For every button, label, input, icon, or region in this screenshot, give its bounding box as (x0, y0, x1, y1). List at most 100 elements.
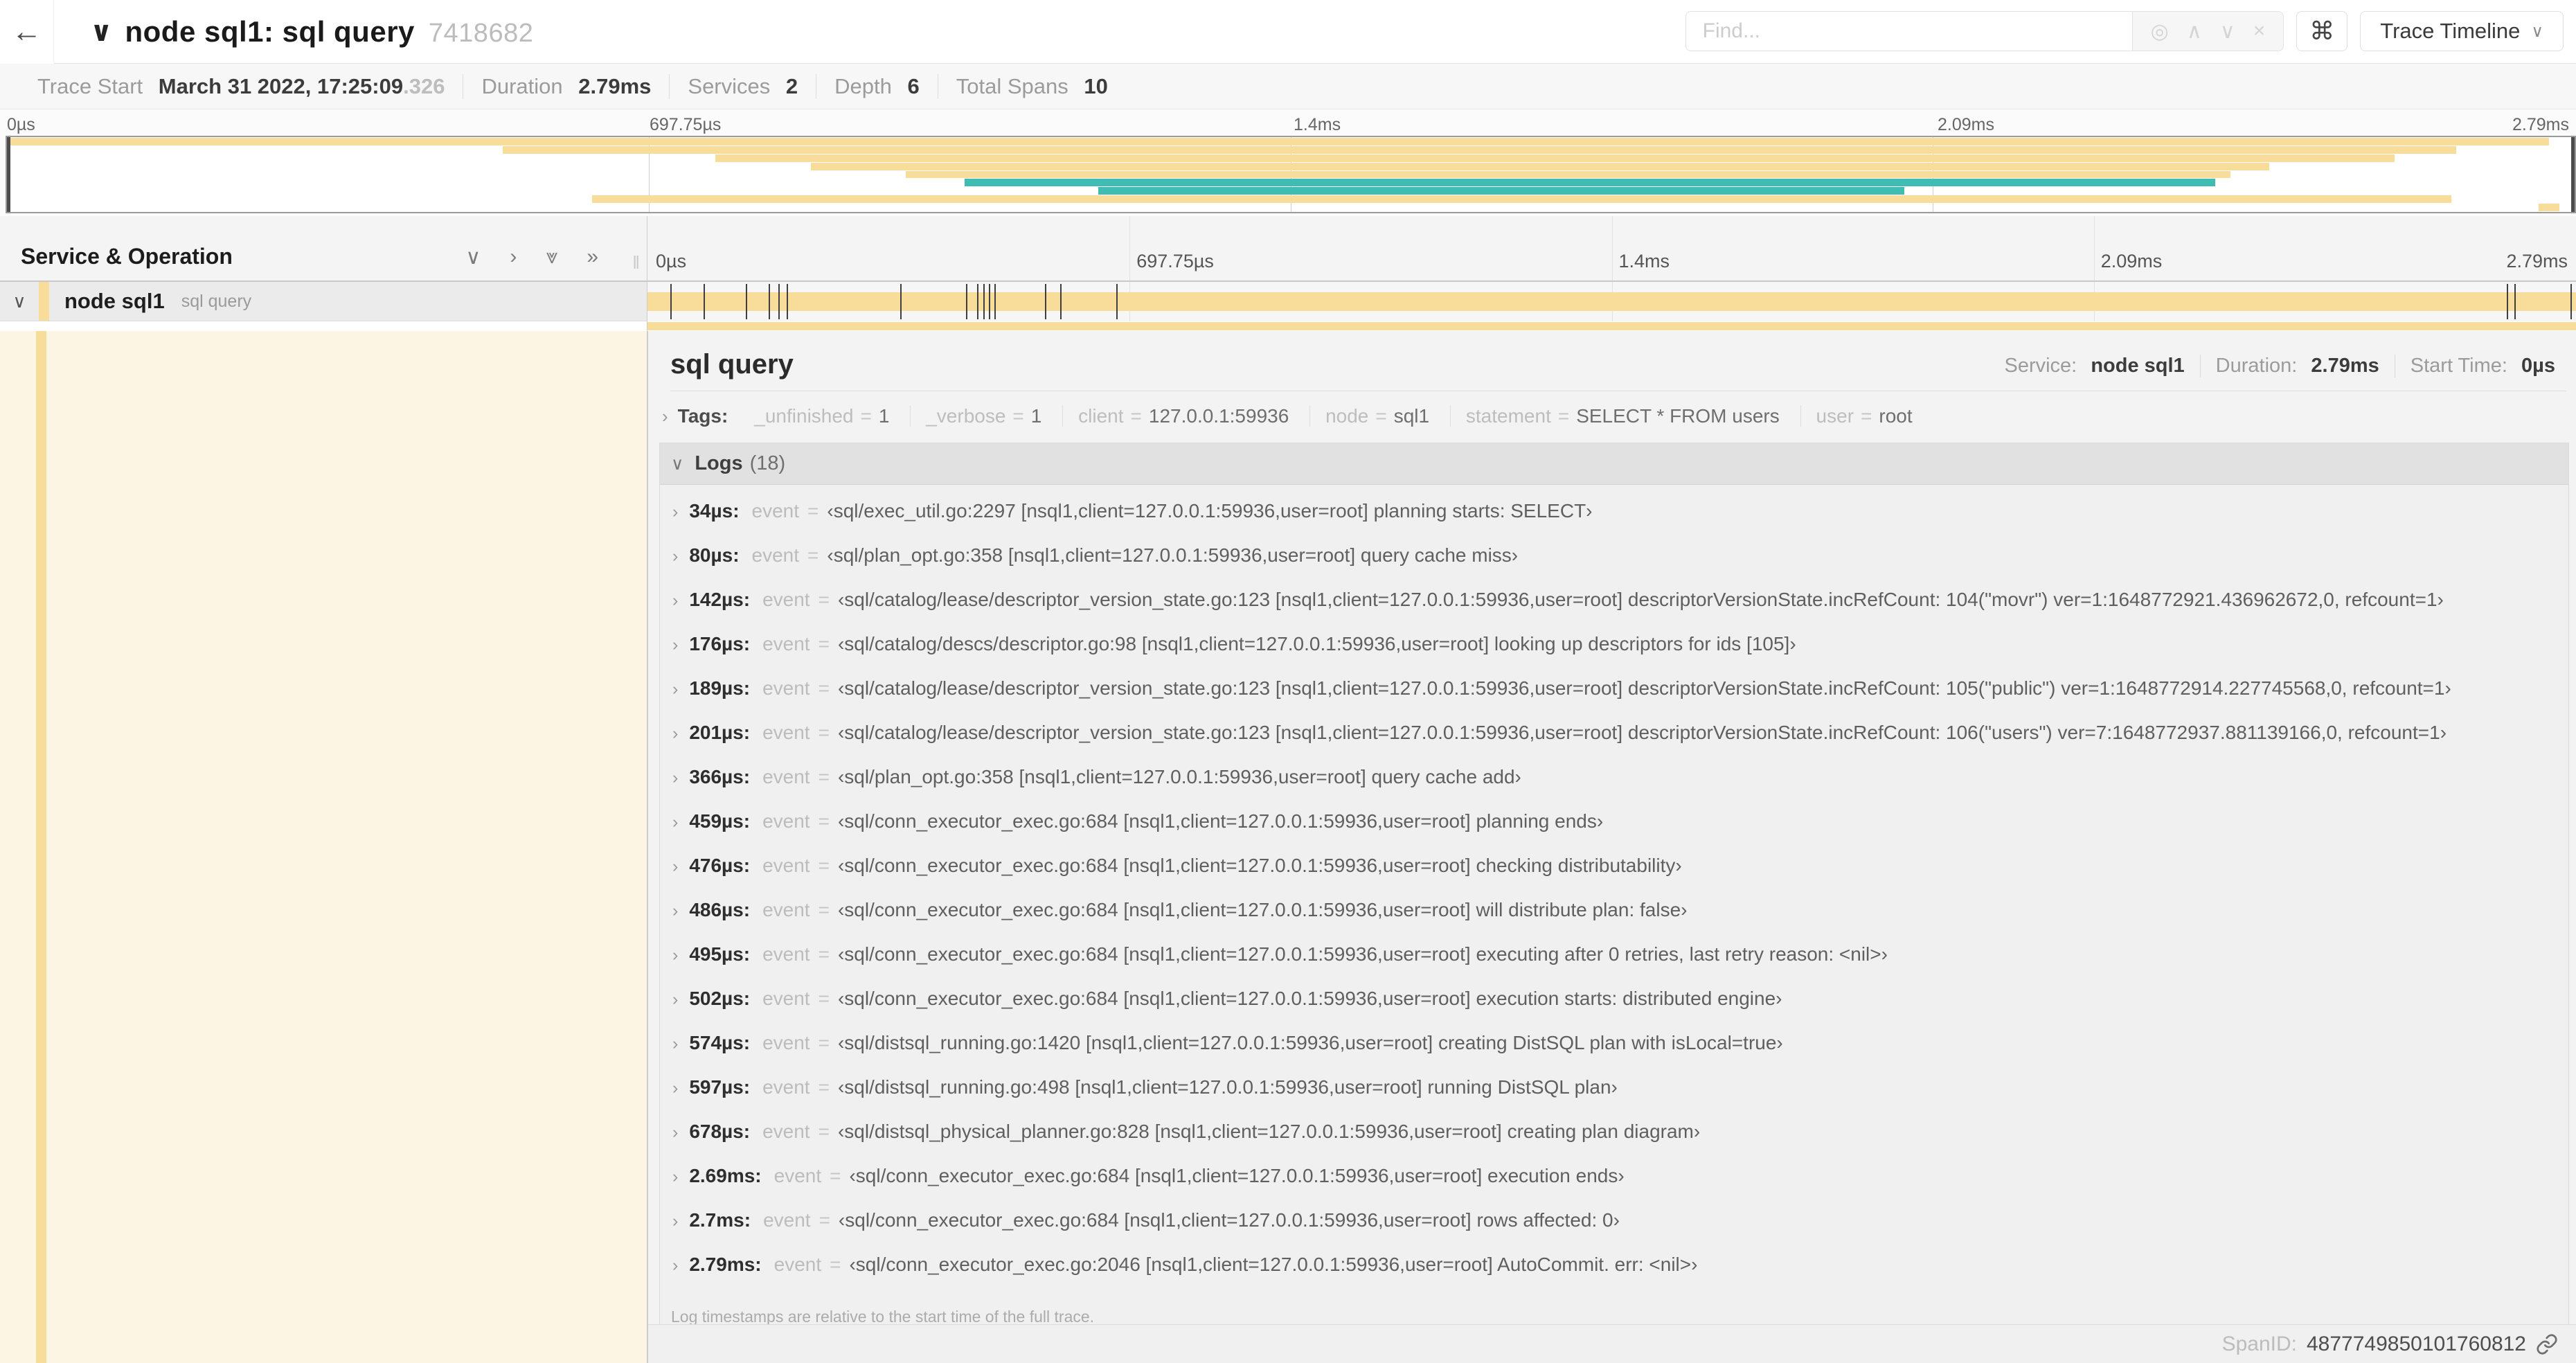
tag-equals: = (1012, 405, 1024, 427)
log-entry[interactable]: › 189µs event = ‹sql/catalog/lease/descr… (668, 677, 2568, 722)
log-entry[interactable]: › 597µs event = ‹sql/distsql_running.go:… (668, 1076, 2568, 1121)
span-detail-footer: SpanID: 4877749850101760812 (648, 1324, 2576, 1363)
log-timestamp: 597µs (689, 1076, 750, 1098)
minimap-span-bar (2539, 204, 2559, 211)
span-row-name-cell[interactable]: ∨ node sql1 sql query (0, 282, 647, 321)
target-icon[interactable]: ◎ (2151, 19, 2169, 44)
log-entry[interactable]: › 495µs event = ‹sql/conn_executor_exec.… (668, 943, 2568, 988)
keyboard-shortcuts-button[interactable]: ⌘ (2296, 11, 2348, 51)
log-event-marker (983, 284, 985, 319)
log-entry[interactable]: › 176µs event = ‹sql/catalog/descs/descr… (668, 633, 2568, 677)
chevron-down-icon[interactable]: ∨ (2220, 19, 2235, 44)
column-resizer-grip[interactable]: ‖ (632, 252, 640, 274)
span-row-timeline-cell[interactable] (647, 282, 2576, 321)
trace-info-item: Depth 6 (816, 73, 938, 99)
span-meta-label: Start Time: (2410, 355, 2507, 377)
log-message: ‹sql/catalog/lease/descriptor_version_st… (837, 677, 2451, 699)
tag-equals: = (1375, 405, 1387, 427)
trace-collapse-chevron-icon[interactable]: ∨ (90, 16, 112, 48)
trace-info-value: 2.79ms (578, 73, 652, 98)
minimap-left-handle[interactable] (7, 137, 10, 212)
top-bar: ← ∨ node sql1: sql query 7418682 ◎ ∧ ∨ × … (0, 0, 2576, 64)
trace-info-item: Services 2 (669, 73, 816, 99)
span-id-value: 4877749850101760812 (2306, 1332, 2526, 1355)
ruler-tick: 0µs (656, 251, 687, 271)
minimap-tick: 2.09ms (1938, 115, 1994, 134)
back-button[interactable]: ← (0, 0, 54, 64)
timeline-header-row: Service & Operation ∨ › ⩔ » ‖ 0µs 697.75… (0, 216, 2576, 282)
link-icon[interactable] (2536, 1333, 2558, 1355)
log-timestamp: 476µs (689, 855, 750, 877)
log-entry[interactable]: › 142µs event = ‹sql/catalog/lease/descr… (668, 589, 2568, 633)
span-detail-header: sql query Service: node sql1 Duration: 2… (648, 331, 2576, 391)
minimap-tick: 0µs (7, 115, 35, 134)
chevron-down-icon: ∨ (671, 454, 684, 474)
tags-list: _unfinished = 1 _verbose = 1 client = 127.0.0.… (739, 405, 1928, 427)
find-group: ◎ ∧ ∨ × (1685, 11, 2284, 51)
minimap-tick: 2.79ms (2512, 115, 2569, 134)
log-entry[interactable]: › 678µs event = ‹sql/distsql_physical_pl… (668, 1121, 2568, 1165)
log-entry[interactable]: › 459µs event = ‹sql/conn_executor_exec.… (668, 810, 2568, 855)
expand-all-icon[interactable]: » (587, 245, 598, 269)
minimap-canvas[interactable] (6, 136, 2576, 213)
tags-label: Tags: (677, 405, 728, 427)
log-equals: = (818, 677, 830, 699)
log-entry[interactable]: › 34µs event = ‹sql/exec_util.go:2297 [n… (668, 500, 2568, 544)
log-entry[interactable]: › 80µs event = ‹sql/plan_opt.go:358 [nsq… (668, 544, 2568, 589)
minimap-ticks: 0µs 697.75µs 1.4ms 2.09ms 2.79ms (0, 109, 2576, 136)
minimap-right-handle[interactable] (2571, 137, 2575, 212)
log-equals: = (818, 943, 830, 965)
collapse-controls: ∨ › ⩔ » (465, 245, 598, 269)
span-meta-label: Service: (2004, 355, 2077, 377)
log-event-marker (900, 284, 902, 319)
log-entry[interactable]: › 2.69ms event = ‹sql/conn_executor_exec… (668, 1165, 2568, 1209)
logs-header[interactable]: ∨ Logs (18) (660, 443, 2568, 485)
tag-item: client = 127.0.0.1:59936 (1062, 405, 1310, 427)
log-entry[interactable]: › 366µs event = ‹sql/plan_opt.go:358 [ns… (668, 766, 2568, 810)
log-field-name: event (762, 677, 810, 699)
span-meta-label: Duration: (2215, 355, 2298, 377)
log-message: ‹sql/conn_executor_exec.go:684 [nsql1,cl… (849, 1165, 1625, 1186)
log-entry[interactable]: › 2.7ms event = ‹sql/conn_executor_exec.… (668, 1209, 2568, 1254)
tag-item: _unfinished = 1 (739, 405, 910, 427)
log-event-marker (670, 284, 672, 319)
log-entry[interactable]: › 502µs event = ‹sql/conn_executor_exec.… (668, 988, 2568, 1032)
span-row[interactable]: ∨ node sql1 sql query (0, 282, 2576, 321)
tag-item: statement = SELECT * FROM users (1449, 405, 1800, 427)
ruler-gridline (2093, 216, 2095, 280)
collapse-all-icon[interactable]: ⩔ (546, 245, 557, 269)
collapse-one-icon[interactable]: ∨ (465, 245, 481, 269)
chevron-down-icon[interactable]: ∨ (0, 291, 39, 312)
span-duration-bar[interactable] (647, 292, 2576, 311)
log-field-name: event (751, 544, 800, 566)
minimap-span-bar (592, 195, 2451, 204)
chevron-down-icon: ∨ (2531, 21, 2543, 41)
log-message: ‹sql/catalog/descs/descriptor.go:98 [nsq… (837, 633, 1796, 654)
logs-list: › 34µs event = ‹sql/exec_util.go:2297 [n… (660, 485, 2568, 1298)
expand-one-icon[interactable]: › (510, 245, 517, 269)
minimap-tick: 1.4ms (1294, 115, 1341, 134)
log-entry[interactable]: › 2.79ms event = ‹sql/conn_executor_exec… (668, 1254, 2568, 1298)
chevron-right-icon: › (672, 724, 679, 743)
chevron-right-icon: › (672, 1167, 679, 1186)
ruler-tick: 697.75µs (1136, 251, 1214, 271)
tag-equals: = (860, 405, 872, 427)
view-selector-button[interactable]: Trace Timeline ∨ (2360, 11, 2564, 51)
trace-id: 7418682 (428, 18, 534, 48)
trace-info-value: 6 (907, 73, 920, 98)
clear-icon[interactable]: × (2253, 19, 2266, 43)
tag-key: _unfinished (754, 405, 854, 427)
minimap-span-bar (810, 162, 2269, 170)
tags-row[interactable]: › Tags: _unfinished = 1 _verbose = 1 cli… (648, 391, 2576, 440)
log-equals: = (818, 899, 830, 920)
log-equals: = (818, 810, 830, 832)
log-entry[interactable]: › 476µs event = ‹sql/conn_executor_exec.… (668, 855, 2568, 899)
log-field-name: event (762, 1121, 810, 1142)
chevron-up-icon[interactable]: ∧ (2187, 19, 2202, 44)
tag-item: node = sql1 (1309, 405, 1450, 427)
log-entry[interactable]: › 574µs event = ‹sql/distsql_running.go:… (668, 1032, 2568, 1076)
find-input[interactable] (1685, 11, 2132, 51)
log-entry[interactable]: › 486µs event = ‹sql/conn_executor_exec.… (668, 899, 2568, 943)
log-timestamp: 502µs (689, 988, 750, 1010)
log-entry[interactable]: › 201µs event = ‹sql/catalog/lease/descr… (668, 722, 2568, 766)
